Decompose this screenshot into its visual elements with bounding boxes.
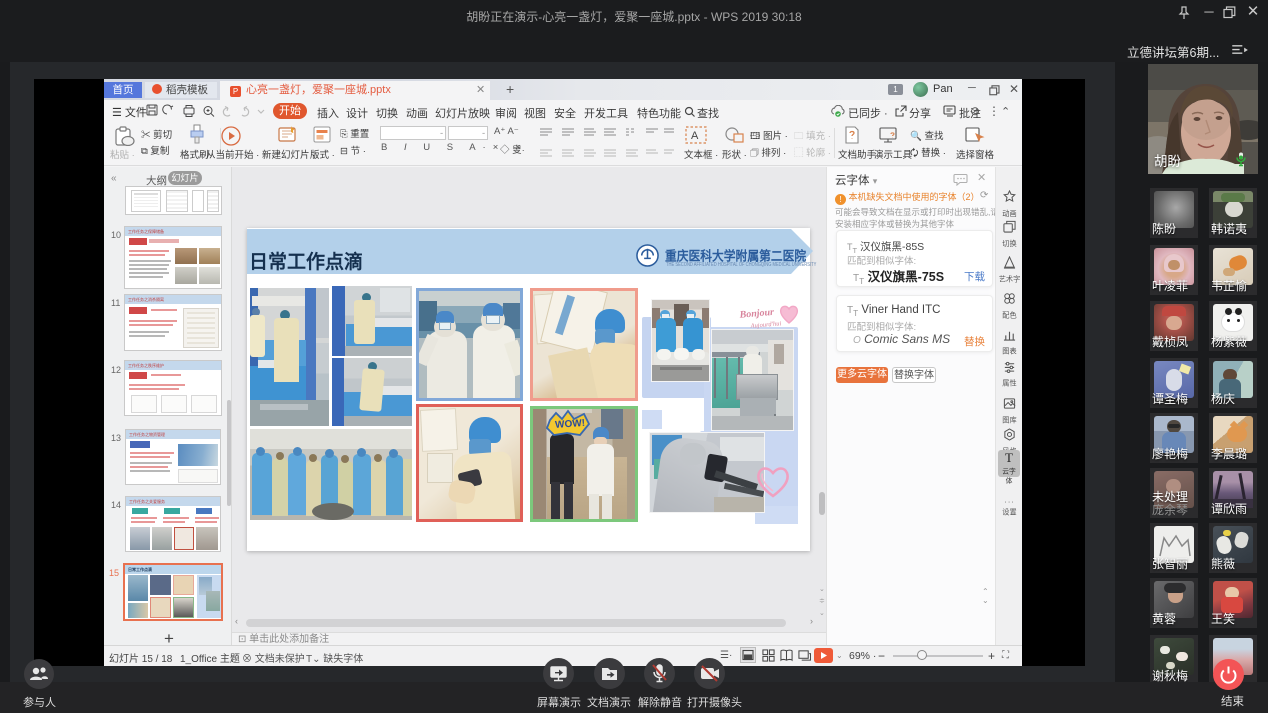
- svg-text:WOW!: WOW!: [555, 418, 586, 431]
- svg-text:A: A: [691, 130, 699, 142]
